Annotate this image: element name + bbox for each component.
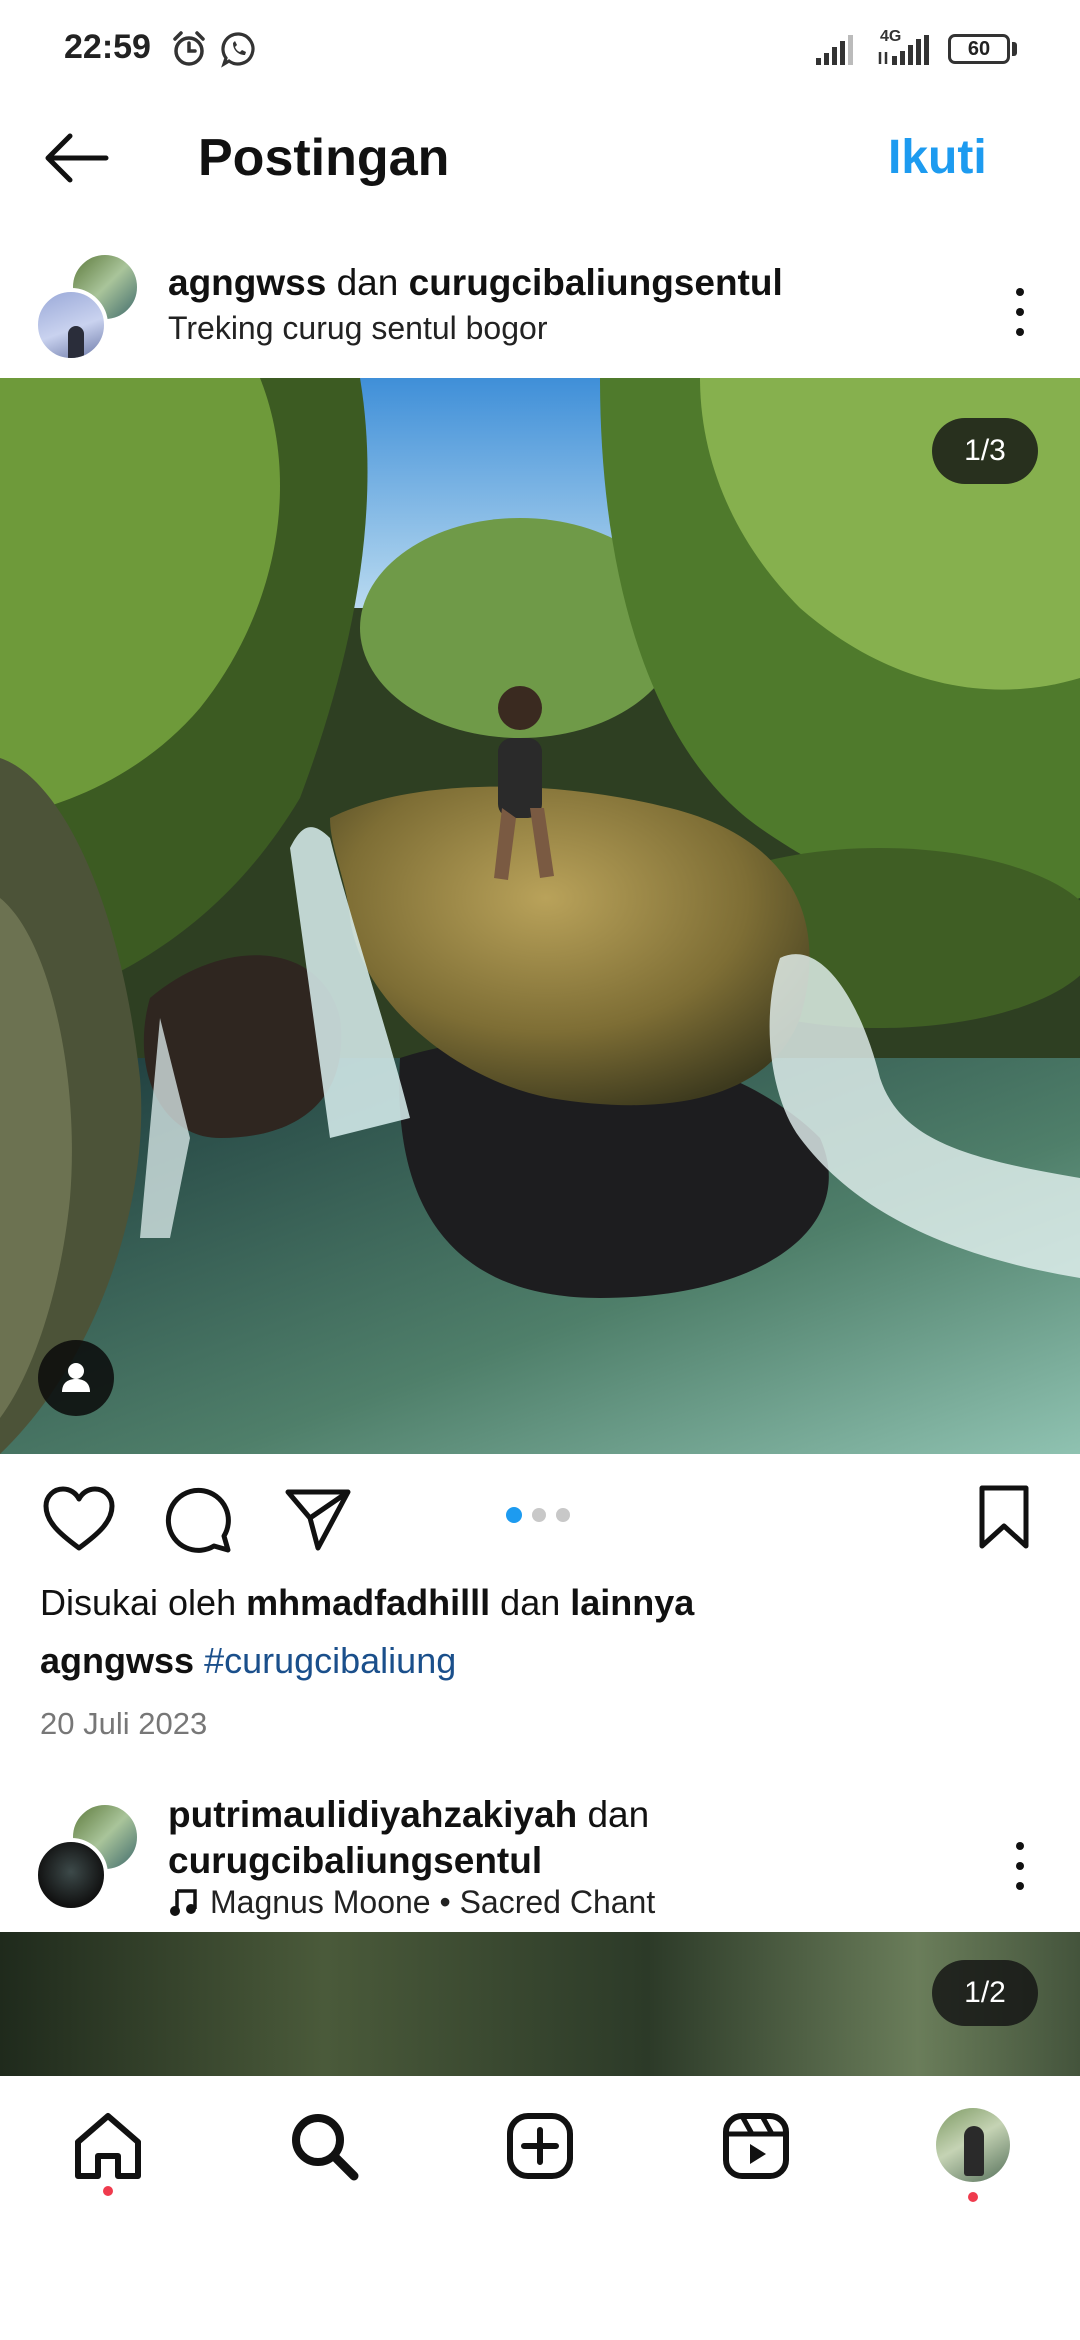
carousel-indicator	[506, 1507, 576, 1524]
post-header: agngwss dan curugcibaliungsentul Treking…	[0, 240, 1080, 370]
status-bar: 22:59 4G 60	[0, 0, 1080, 100]
whatsapp-icon	[221, 32, 255, 68]
next-post-header: putrimaulidiyahzakiyah dan curugcibaliun…	[0, 1786, 1080, 1926]
bookmark-icon[interactable]	[974, 1484, 1034, 1550]
status-time: 22:59	[64, 28, 151, 66]
caption-username[interactable]: agngwss	[40, 1640, 194, 1681]
bottom-navigation	[0, 2076, 1080, 2222]
alarm-icon	[173, 31, 205, 66]
next-authors-conjunction: dan	[587, 1794, 650, 1835]
likes-conjunction: dan	[500, 1582, 561, 1623]
next-collab-avatars[interactable]	[34, 1802, 144, 1912]
liked-by-username[interactable]: mhmadfadhilll	[246, 1582, 490, 1623]
back-arrow-icon[interactable]	[40, 126, 112, 190]
signal-icon	[816, 35, 853, 65]
profile-notification-dot	[968, 2192, 978, 2202]
avatar-agngwss[interactable]	[34, 288, 108, 362]
person-icon	[62, 1363, 90, 1392]
caption-hashtag[interactable]: #curugcibaliung	[204, 1640, 456, 1681]
collab-avatars[interactable]	[34, 252, 144, 362]
likes-summary[interactable]: Disukai oleh mhmadfadhilll dan lainnya	[40, 1582, 694, 1624]
next-photo-counter: 1/2	[932, 1960, 1038, 2026]
battery-icon: 60	[948, 34, 1010, 64]
carousel-dot	[556, 1508, 570, 1522]
music-info[interactable]: Magnus Moone • Sacred Chant	[168, 1884, 655, 1921]
battery-level: 60	[967, 38, 991, 60]
likes-prefix: Disukai oleh	[40, 1582, 237, 1623]
author-username[interactable]: agngwss	[168, 262, 326, 303]
likes-others-link[interactable]: lainnya	[570, 1582, 694, 1623]
signal-4g-icon	[878, 35, 929, 65]
post-location[interactable]: Treking curug sentul bogor	[168, 310, 547, 347]
post-caption: agngwss #curugcibaliung	[40, 1640, 456, 1682]
comment-icon[interactable]	[162, 1484, 234, 1556]
more-options-icon[interactable]	[1000, 282, 1040, 342]
reels-icon[interactable]	[716, 2106, 796, 2186]
post-photo[interactable]: 1/3	[0, 378, 1080, 1454]
post-date: 20 Juli 2023	[40, 1706, 208, 1741]
page-title: Postingan	[198, 129, 450, 187]
heart-icon[interactable]	[40, 1484, 118, 1554]
post-authors[interactable]: agngwss dan curugcibaliungsentul	[168, 262, 783, 304]
tagged-people-button[interactable]	[38, 1340, 114, 1416]
photo-counter: 1/3	[932, 418, 1038, 484]
post-actions	[0, 1454, 1080, 1584]
create-icon[interactable]	[500, 2106, 580, 2186]
home-icon[interactable]	[68, 2106, 148, 2186]
avatar-putrimaulidiyahzakiyah[interactable]	[34, 1838, 108, 1912]
home-notification-dot	[103, 2186, 113, 2196]
next-author-username[interactable]: putrimaulidiyahzakiyah	[168, 1794, 577, 1835]
share-icon[interactable]	[282, 1484, 354, 1554]
next-more-options-icon[interactable]	[1000, 1836, 1040, 1896]
profile-avatar[interactable]	[936, 2108, 1010, 2182]
carousel-dot-active	[506, 1507, 522, 1523]
next-post-authors[interactable]: putrimaulidiyahzakiyah dan curugcibaliun…	[168, 1792, 928, 1884]
collab-username[interactable]: curugcibaliungsentul	[409, 262, 783, 303]
follow-button[interactable]: Ikuti	[888, 130, 987, 185]
next-post-photo[interactable]: 1/2	[0, 1932, 1080, 2076]
search-icon[interactable]	[284, 2106, 364, 2186]
waterfall-photo	[0, 378, 1080, 1454]
authors-conjunction: dan	[336, 262, 399, 303]
music-track: Magnus Moone • Sacred Chant	[210, 1884, 656, 1920]
music-note-icon	[170, 1889, 197, 1916]
battery-tip	[1012, 42, 1017, 56]
next-collab-username[interactable]: curugcibaliungsentul	[168, 1840, 542, 1881]
carousel-dot	[532, 1508, 546, 1522]
top-app-bar: Postingan Ikuti	[0, 100, 1080, 216]
